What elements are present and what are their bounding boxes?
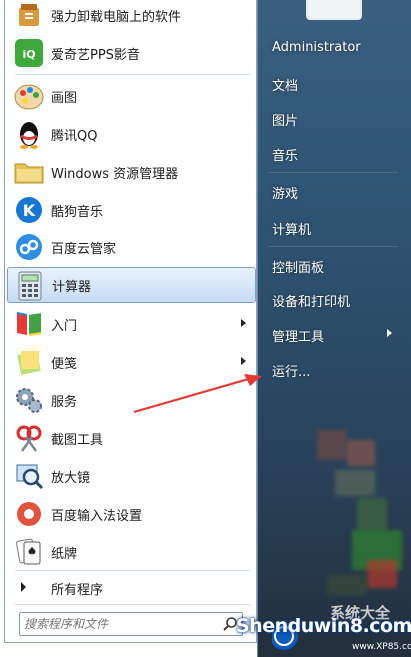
program-item[interactable]: 画图 — [7, 78, 256, 114]
expand-arrow-icon — [21, 582, 26, 592]
sticky-notes-icon — [17, 351, 41, 375]
program-label: 入门 — [51, 318, 78, 334]
program-item[interactable]: 入门 — [7, 306, 256, 342]
watermark-brand: Shenduwin8.com — [236, 615, 411, 637]
program-label: 纸牌 — [51, 546, 78, 562]
right-separator — [268, 172, 398, 173]
right-item-user[interactable]: Administrator — [272, 40, 361, 55]
program-item[interactable]: 截图工具 — [7, 420, 256, 456]
program-item[interactable]: 纸牌 — [7, 534, 256, 570]
right-item-pictures[interactable]: 图片 — [272, 110, 298, 129]
all-programs-label: 所有程序 — [51, 583, 104, 598]
right-separator — [268, 246, 398, 247]
right-item-music[interactable]: 音乐 — [272, 145, 298, 164]
paint-icon — [14, 84, 44, 110]
right-item-control-panel[interactable]: 控制面板 — [272, 257, 324, 276]
qq-penguin-icon — [20, 122, 38, 149]
program-item[interactable]: 百度输入法设置 — [7, 496, 256, 532]
program-label: 截图工具 — [51, 432, 104, 448]
iqiyi-icon: iQ — [15, 39, 43, 67]
snipping-tool-icon — [16, 425, 42, 452]
explorer-folder-icon — [14, 163, 44, 184]
program-label: 计算器 — [52, 279, 92, 295]
list-separator — [15, 604, 250, 605]
program-label: 爱奇艺PPS影音 — [51, 47, 140, 63]
right-item-documents[interactable]: 文档 — [272, 75, 298, 94]
right-item-computer[interactable]: 计算机 — [272, 219, 311, 238]
getting-started-icon — [16, 312, 42, 336]
user-picture-frame[interactable] — [306, 0, 362, 20]
start-menu-left-pane: 强力卸载电脑上的软件 iQ 爱奇艺PPS影音 画图 腾讯QQ Windows 资… — [4, 0, 257, 643]
program-item[interactable]: K 酷狗音乐 — [7, 192, 256, 228]
solitaire-icon — [16, 538, 41, 565]
submenu-arrow-icon — [387, 329, 392, 337]
program-label: 便笺 — [51, 356, 78, 372]
submenu-arrow-icon — [241, 357, 246, 365]
program-label: 强力卸载电脑上的软件 — [51, 9, 182, 25]
search-input[interactable] — [24, 615, 220, 633]
submenu-arrow-icon — [241, 319, 246, 327]
program-item[interactable]: 服务 — [7, 382, 256, 418]
magnifier-icon — [16, 464, 44, 490]
svg-text:K: K — [23, 201, 36, 220]
program-label: 放大镜 — [51, 470, 91, 486]
calculator-icon — [18, 271, 42, 301]
program-item[interactable]: 百度云管家 — [7, 229, 256, 265]
program-label: 画图 — [51, 90, 78, 106]
baidu-cloud-icon — [16, 234, 42, 260]
program-item[interactable]: 放大镜 — [7, 458, 256, 494]
program-label: 服务 — [51, 394, 78, 410]
program-item[interactable]: 强力卸载电脑上的软件 — [7, 0, 256, 33]
program-item[interactable]: 腾讯QQ — [7, 116, 256, 152]
services-gear-icon — [16, 388, 42, 413]
program-label: Windows 资源管理器 — [51, 166, 179, 182]
program-label: 腾讯QQ — [51, 128, 98, 144]
start-menu: Administrator 文档 图片 音乐 游戏 计算机 控制面板 设备和打印… — [0, 0, 411, 657]
ime-settings-icon — [17, 502, 41, 526]
program-label: 酷狗音乐 — [51, 204, 104, 220]
program-item[interactable]: iQ 爱奇艺PPS影音 — [7, 35, 256, 71]
watermark-url: www.XP85.com — [352, 642, 411, 652]
svg-text:iQ: iQ — [22, 48, 35, 61]
kugou-icon: K — [16, 197, 42, 223]
program-item[interactable]: 计算器 — [7, 267, 256, 303]
program-item[interactable]: Windows 资源管理器 — [7, 154, 256, 190]
program-item[interactable]: 便笺 — [7, 344, 256, 380]
uninstall-icon — [19, 4, 39, 26]
right-item-admin-tools[interactable]: 管理工具 — [272, 326, 324, 345]
right-item-devices-printers[interactable]: 设备和打印机 — [272, 291, 350, 310]
program-label: 百度输入法设置 — [51, 508, 143, 524]
right-item-run[interactable]: 运行... — [272, 361, 310, 380]
right-item-games[interactable]: 游戏 — [272, 183, 298, 202]
program-label: 百度云管家 — [51, 241, 117, 257]
list-separator — [15, 570, 250, 571]
all-programs-button[interactable]: 所有程序 — [7, 574, 256, 600]
list-separator — [15, 74, 250, 75]
search-box[interactable] — [19, 612, 243, 636]
